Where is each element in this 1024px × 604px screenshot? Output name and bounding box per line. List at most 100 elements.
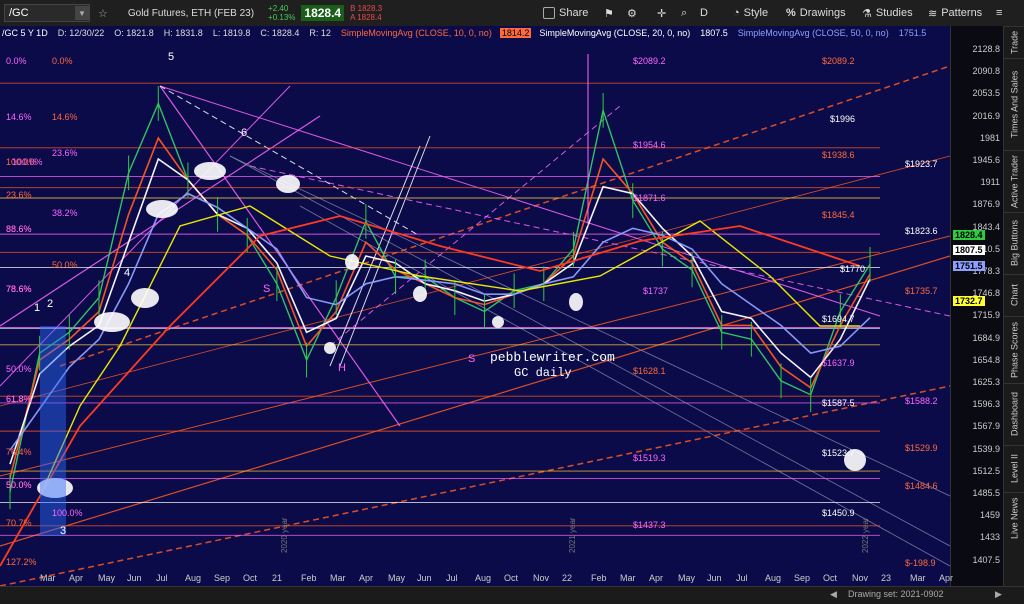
price-axis[interactable]: 2128.8 2090.8 2053.5 2016.9 1981 1945.6 1911 18… xyxy=(950,26,1004,586)
time-tick: Oct xyxy=(243,573,258,583)
fib-label-1: 0.0% xyxy=(52,56,73,66)
share-label: Share xyxy=(559,7,589,19)
fib-label-18: 50.0% xyxy=(6,480,32,490)
sidebar-item-level-ii[interactable]: Level II xyxy=(1004,445,1024,491)
sidebar-item-dashboard[interactable]: Dashboard xyxy=(1004,383,1024,444)
marker-oval-3 xyxy=(146,200,178,218)
price-tag: 1807.5 xyxy=(953,245,985,255)
level-label-0: $2089.2 xyxy=(633,56,666,66)
sidebar-item-live-news[interactable]: Live News xyxy=(1004,492,1024,543)
time-tick: Jul xyxy=(736,573,748,583)
fib-label-0: 0.0% xyxy=(6,56,27,66)
level-label-11: $1694.7 xyxy=(822,314,855,324)
price-tick: 2090.8 xyxy=(972,66,1000,77)
timeframe-button[interactable]: D xyxy=(700,4,708,22)
sidebar-item-active-trader[interactable]: Active Trader xyxy=(1004,150,1024,211)
level-label-9: $1737 xyxy=(643,286,668,296)
bid-ask-block: B 1828.3 A 1828.4 xyxy=(350,4,382,22)
fib-label-7: 23.6% xyxy=(6,190,32,200)
wave-label-1: 6 xyxy=(241,127,247,139)
time-tick: Aug xyxy=(475,573,492,583)
sidebar-item-big-buttons[interactable]: Big Buttons xyxy=(1004,212,1024,273)
scroll-right-icon[interactable]: ▶ xyxy=(995,589,1002,600)
share-icon xyxy=(543,7,555,19)
price-tick: 1684.9 xyxy=(972,332,1000,343)
level-label-5: $1923.7 xyxy=(905,159,938,169)
time-tick: Nov xyxy=(852,573,869,583)
time-tick: 22 xyxy=(562,573,573,583)
studies-button[interactable]: ⚗ Studies xyxy=(862,4,913,22)
scroll-left-icon[interactable]: ◀ xyxy=(830,589,837,600)
marker-oval-6 xyxy=(345,254,359,270)
time-tick: May xyxy=(388,573,406,583)
fib-label-8: 38.2% xyxy=(52,208,78,218)
style-label: Style xyxy=(743,7,769,19)
flag-icon: ⚑ xyxy=(604,7,614,20)
marker-oval-7 xyxy=(413,286,427,302)
price-tick: 1715.9 xyxy=(972,310,1000,321)
menu-icon: ≡ xyxy=(996,7,1003,19)
menu-button[interactable]: ≡ xyxy=(996,4,1002,22)
legend-sma50-value: 1751.5 xyxy=(898,28,927,38)
sidebar-item-phase-scores[interactable]: Phase Scores xyxy=(1004,316,1024,382)
marker-oval-8 xyxy=(492,316,504,328)
fib-label-6: 100.0% xyxy=(12,157,43,167)
marker-oval-5 xyxy=(276,175,300,193)
time-tick: Oct xyxy=(504,573,519,583)
level-label-13: $1628.1 xyxy=(633,366,666,376)
drawings-button[interactable]: % Drawings xyxy=(786,4,846,22)
wave-label-2: 4 xyxy=(124,267,130,279)
style-icon: ◔ xyxy=(733,7,740,19)
sidebar-item-chart[interactable]: Chart xyxy=(1004,274,1024,315)
chevron-down-icon[interactable]: ▼ xyxy=(75,6,89,20)
fib-label-3: 14.6% xyxy=(52,112,78,122)
sidebar-item-times-and-sales[interactable]: Times And Sales xyxy=(1004,58,1024,149)
watermark-site: pebblewriter.com xyxy=(490,350,615,365)
time-tick: Oct xyxy=(823,573,838,583)
star-icon[interactable]: ☆ xyxy=(98,7,108,20)
legend-sma50[interactable]: SimpleMovingAvg (CLOSE, 50, 0, no) xyxy=(736,28,891,38)
fib-label-11: 50.0% xyxy=(52,260,78,270)
time-axis[interactable]: Mar Apr May Jun Jul Aug Sep Oct 21 Feb Mar Apr May Ju… xyxy=(0,570,953,586)
fib-label-10: 88.6% xyxy=(6,224,32,234)
price-tick: 1945.6 xyxy=(972,155,1000,165)
legend-sma10[interactable]: SimpleMovingAvg (CLOSE, 10, 0, no) xyxy=(339,28,494,38)
wave-label-5: 3 xyxy=(60,525,66,537)
zoom-button[interactable]: ⌕ xyxy=(681,4,687,22)
price-tick: 1433 xyxy=(979,532,1000,543)
gear-icon: ⚙ xyxy=(627,7,637,20)
share-button[interactable]: Share xyxy=(543,4,588,22)
time-tick: Jul xyxy=(156,573,168,583)
chart-legend: /GC 5 Y 1D D: 12/30/22 O: 1821.8 H: 1831… xyxy=(0,26,1000,40)
fib-label-4: 23.6% xyxy=(52,148,78,158)
year-label-2: 2022 year xyxy=(861,517,870,553)
crosshair-button[interactable]: ✛ xyxy=(657,4,666,22)
sma-yellow-line xyxy=(39,205,860,497)
style-button[interactable]: ◔ Style xyxy=(733,4,768,22)
legend-close: C: 1828.4 xyxy=(260,28,300,38)
chart-area[interactable]: 0.0% 0.0% 14.6% 14.6% 23.6% 100.0% 100.0% 23.6%… xyxy=(0,26,950,586)
symbol-input[interactable]: /GC ▼ xyxy=(4,4,90,22)
instrument-name: Gold Futures, ETH (FEB 23) xyxy=(127,7,255,19)
price-chart[interactable]: 0.0% 0.0% 14.6% 14.6% 23.6% 100.0% 100.0% 23.6%… xyxy=(0,26,950,586)
price-tag: 1828.4 xyxy=(953,230,985,240)
time-tick: Jun xyxy=(417,573,432,583)
time-tick: Mar xyxy=(40,573,56,583)
price-tick: 1459 xyxy=(979,510,1000,521)
patterns-button[interactable]: ≋ Patterns xyxy=(928,4,982,22)
legend-sma20[interactable]: SimpleMovingAvg (CLOSE, 20, 0, no) xyxy=(537,28,692,38)
flag-button[interactable]: ⚑ xyxy=(604,4,614,22)
patterns-label: Patterns xyxy=(941,7,983,19)
time-tick: Aug xyxy=(765,573,782,583)
wave-label-8: S xyxy=(468,353,475,365)
time-tick: 23 xyxy=(881,573,892,583)
level-label-7: $1845.4 xyxy=(822,210,855,220)
price-tick: 1596.3 xyxy=(972,399,1000,410)
fib-label-2: 14.6% xyxy=(6,112,32,122)
fib-label-16: 61.8% xyxy=(6,394,32,404)
crosshair-icon: ✛ xyxy=(657,7,667,20)
sidebar-item-trade[interactable]: Trade xyxy=(1004,26,1024,57)
settings-button[interactable]: ⚙ xyxy=(627,4,637,22)
time-tick: May xyxy=(678,573,696,583)
drawing-set-label[interactable]: Drawing set: 2021-0902 xyxy=(848,589,944,599)
